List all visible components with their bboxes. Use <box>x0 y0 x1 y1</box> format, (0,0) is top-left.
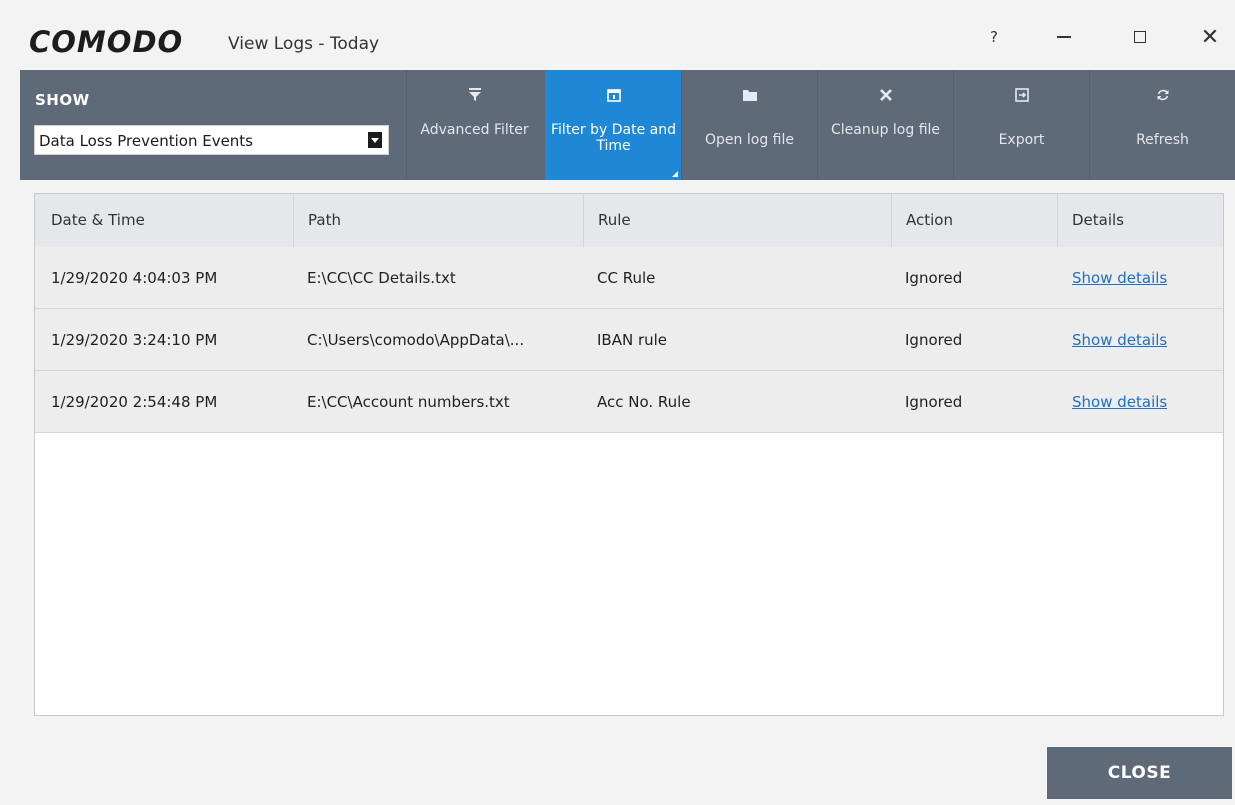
log-type-select[interactable]: Data Loss Prevention Events <box>34 125 389 155</box>
cell-rule: Acc No. Rule <box>597 393 691 411</box>
cell-date-time: 1/29/2020 2:54:48 PM <box>51 393 218 411</box>
open-log-file-button[interactable]: Open log file <box>681 70 817 180</box>
window-title: View Logs - Today <box>228 34 380 54</box>
show-details-link[interactable]: Show details <box>1072 371 1167 433</box>
advanced-filter-label: Advanced Filter <box>420 122 529 138</box>
help-button[interactable]: ? <box>972 22 1016 52</box>
advanced-filter-button[interactable]: Advanced Filter <box>406 70 542 180</box>
comodo-logo: COMODO <box>29 25 184 59</box>
filter-by-date-time-button[interactable]: Filter by Date and Time <box>545 70 681 180</box>
cell-path: E:\CC\CC Details.txt <box>307 269 456 287</box>
cell-path: E:\CC\Account numbers.txt <box>307 393 510 411</box>
cleanup-log-file-button[interactable]: Cleanup log file <box>817 70 953 180</box>
refresh-icon <box>1090 86 1235 104</box>
maximize-icon <box>1134 31 1146 43</box>
export-icon <box>954 86 1089 104</box>
column-header-path[interactable]: Path <box>293 194 583 247</box>
column-header-action[interactable]: Action <box>891 194 1057 247</box>
toolbar: SHOW Data Loss Prevention Events Advance… <box>20 70 1235 180</box>
table-row[interactable]: 1/29/2020 2:54:48 PM E:\CC\Account numbe… <box>35 371 1223 433</box>
cell-date-time: 1/29/2020 3:24:10 PM <box>51 331 218 349</box>
show-details-link[interactable]: Show details <box>1072 247 1167 309</box>
column-header-details[interactable]: Details <box>1057 194 1223 247</box>
cell-action: Ignored <box>905 331 963 349</box>
corner-indicator-icon <box>672 171 678 177</box>
x-icon <box>818 86 953 104</box>
calendar-icon <box>546 86 681 104</box>
column-header-rule[interactable]: Rule <box>583 194 891 247</box>
chevron-down-icon[interactable] <box>368 132 382 148</box>
cell-action: Ignored <box>905 393 963 411</box>
minimize-icon <box>1057 36 1071 38</box>
filter-icon <box>407 86 542 104</box>
close-button[interactable]: CLOSE <box>1047 747 1232 799</box>
column-header-date-time[interactable]: Date & Time <box>35 194 293 247</box>
export-button[interactable]: Export <box>953 70 1089 180</box>
table-header: Date & Time Path Rule Action Details <box>35 194 1223 248</box>
cell-date-time: 1/29/2020 4:04:03 PM <box>51 269 218 287</box>
cell-rule: IBAN rule <box>597 331 668 349</box>
log-table: Date & Time Path Rule Action Details 1/2… <box>34 193 1224 716</box>
cell-action: Ignored <box>905 269 963 287</box>
log-type-select-value: Data Loss Prevention Events <box>39 132 253 150</box>
view-logs-window: COMODO View Logs - Today ? ✕ SHOW Data L… <box>0 0 1235 805</box>
show-details-link[interactable]: Show details <box>1072 309 1167 371</box>
maximize-button[interactable] <box>1118 22 1162 52</box>
title-bar: COMODO View Logs - Today ? ✕ <box>20 10 1235 70</box>
minimize-button[interactable] <box>1042 22 1086 52</box>
refresh-button[interactable]: Refresh <box>1089 70 1235 180</box>
folder-icon <box>682 86 817 104</box>
table-row[interactable]: 1/29/2020 3:24:10 PM C:\Users\comodo\App… <box>35 309 1223 371</box>
open-log-file-label: Open log file <box>705 132 794 148</box>
cleanup-log-file-label: Cleanup log file <box>830 122 941 138</box>
refresh-label: Refresh <box>1136 132 1189 148</box>
cell-rule: CC Rule <box>597 269 656 287</box>
table-row[interactable]: 1/29/2020 4:04:03 PM E:\CC\CC Details.tx… <box>35 247 1223 309</box>
close-window-button[interactable]: ✕ <box>1188 22 1232 52</box>
filter-by-date-time-label: Filter by Date and Time <box>551 122 676 154</box>
show-label: SHOW <box>35 91 90 109</box>
export-label: Export <box>998 132 1045 148</box>
cell-path: C:\Users\comodo\AppData\... <box>307 331 525 349</box>
